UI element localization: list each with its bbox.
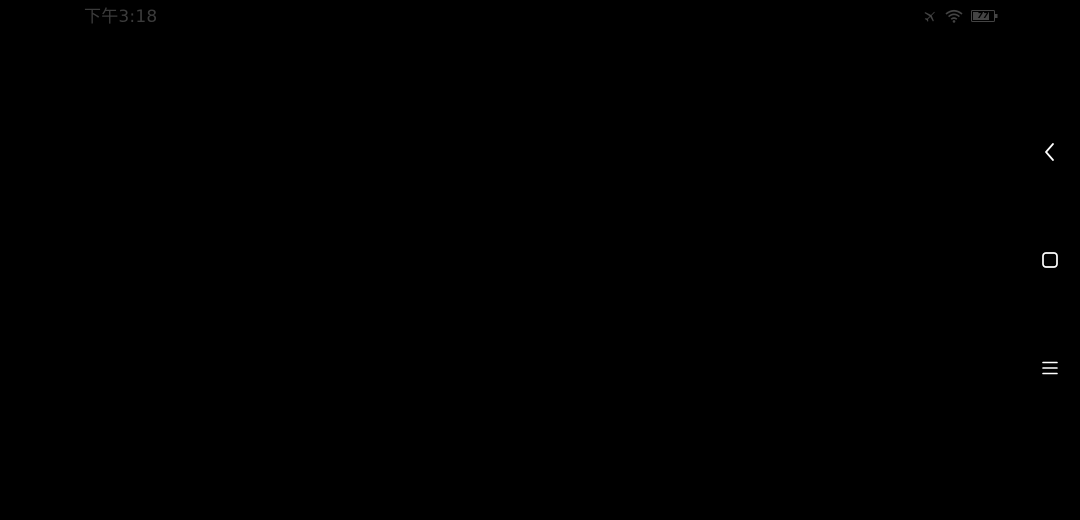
- status-icons: 77: [923, 7, 998, 25]
- back-button[interactable]: [1020, 122, 1080, 182]
- back-icon: [1045, 143, 1054, 161]
- wifi-icon: [945, 9, 963, 23]
- menu-icon: [1042, 361, 1058, 375]
- home-icon: [1042, 252, 1058, 268]
- main-content-area: [0, 34, 1020, 520]
- home-button[interactable]: [1020, 230, 1080, 290]
- status-bar: 下午3:18 77: [0, 0, 1080, 34]
- status-time: 下午3:18: [84, 7, 158, 27]
- menu-button[interactable]: [1020, 338, 1080, 398]
- battery-level: 77: [977, 11, 989, 20]
- battery-icon: 77: [971, 10, 998, 22]
- navigation-bar: [1020, 34, 1080, 520]
- airplane-icon: [924, 11, 935, 22]
